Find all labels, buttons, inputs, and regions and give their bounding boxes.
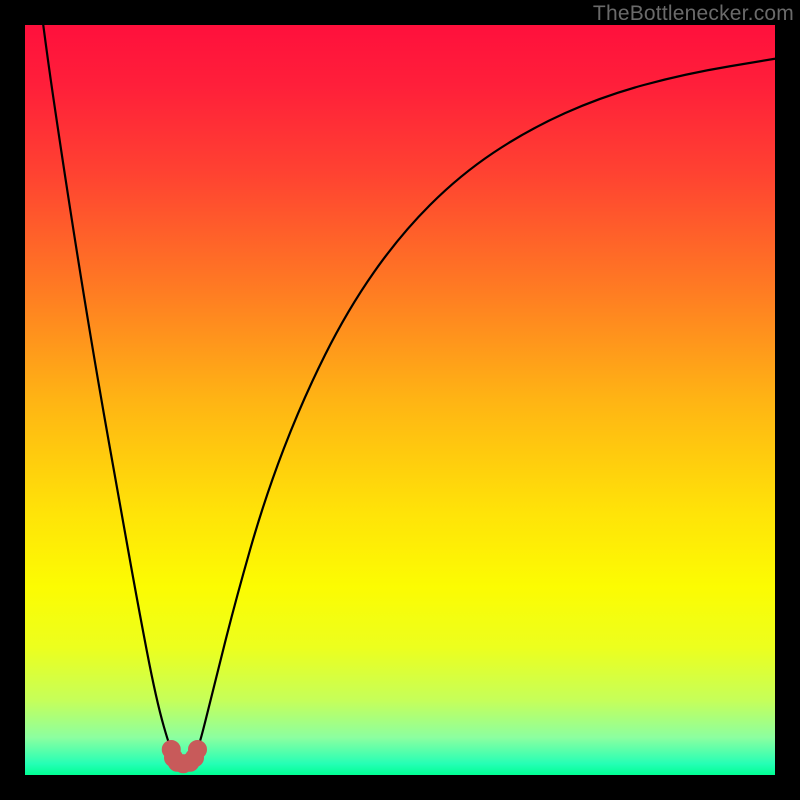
outer-frame: TheBottlenecker.com (0, 0, 800, 800)
marker-dot (189, 741, 207, 759)
watermark-text: TheBottlenecker.com (593, 2, 794, 26)
plot-area (25, 25, 775, 775)
gradient-background (25, 25, 775, 775)
chart-svg (25, 25, 775, 775)
